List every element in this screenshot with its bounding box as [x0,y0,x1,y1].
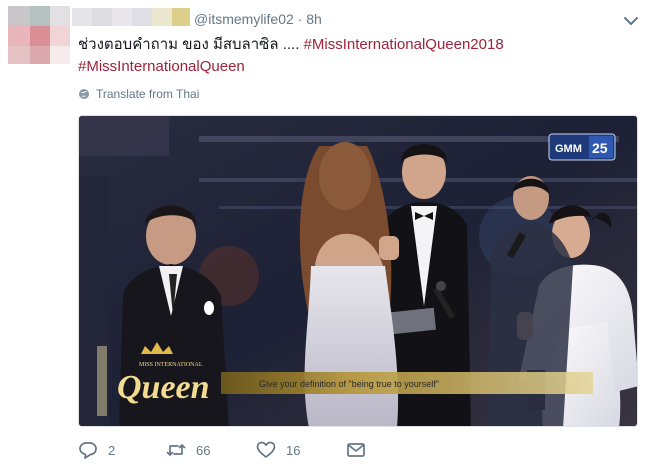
chevron-down-icon[interactable] [621,11,641,31]
reply-icon [79,442,97,459]
reply-button[interactable]: 2 [78,440,115,460]
retweet-count: 66 [196,442,211,458]
like-count: 16 [286,442,301,458]
reply-count: 2 [108,442,116,458]
tweet: @itsmemylife02 · 8h ช่วงตอบคำถาม ของ มีส… [0,0,650,471]
display-name-redacted[interactable] [72,8,190,26]
like-icon [256,441,276,458]
tweet-timestamp[interactable]: 8h [306,11,322,27]
caption-band: Give your definition of "being true to y… [221,372,593,394]
tweet-meta: @itsmemylife02 · 8h [194,11,322,27]
channel-number: 25 [592,140,608,156]
retweet-icon [166,444,186,456]
show-logo-big: Queen [117,369,210,406]
show-logo-small: MISS INTERNATIONAL [139,362,203,368]
globe-icon [79,89,89,99]
hashtag-link[interactable]: #MissInternationalQueen [78,58,245,75]
channel-logo-text: GMM [555,143,582,155]
question-caption: Give your definition of "being true to y… [259,379,439,389]
tweet-actions: 2 66 16 [78,440,458,466]
tweet-media-video[interactable]: GMM 25 MISS INTERNATIONAL Queen Give you… [78,115,638,427]
tweet-text-line-2: #MissInternationalQueen [78,56,638,78]
user-handle[interactable]: @itsmemylife02 [194,11,294,27]
video-frame: GMM 25 MISS INTERNATIONAL Queen Give you… [79,116,637,426]
avatar[interactable] [8,6,70,64]
like-button[interactable]: 16 [256,440,300,460]
translate-label: Translate from Thai [96,87,200,101]
retweet-button[interactable]: 66 [166,440,210,460]
channel-logo: GMM 25 [548,133,616,161]
tweet-text: ช่วงตอบคำถาม ของ มีสบลาซิล .... #MissInt… [78,34,638,78]
tweet-text-line-1: ช่วงตอบคำถาม ของ มีสบลาซิล .... #MissInt… [78,34,638,56]
meta-separator: · [293,11,307,27]
message-icon [347,443,365,457]
hashtag-link[interactable]: #MissInternationalQueen2018 [304,36,504,53]
direct-message-button[interactable] [346,440,366,460]
tweet-text-body: ช่วงตอบคำถาม ของ มีสบลาซิล .... [78,36,300,53]
translate-link[interactable]: Translate from Thai [78,86,199,102]
